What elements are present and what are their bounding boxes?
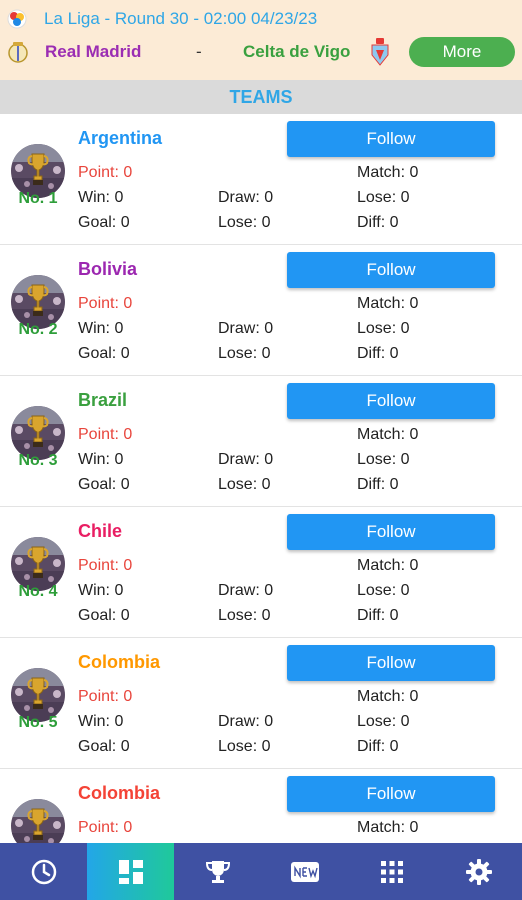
- point-stat: Point: 0: [78, 819, 133, 836]
- follow-button[interactable]: Follow: [287, 383, 495, 419]
- follow-button[interactable]: Follow: [287, 776, 495, 812]
- bottom-nav: [0, 843, 522, 900]
- match-stat: Match: 0: [357, 688, 419, 705]
- lose-stat: Lose: 0: [357, 320, 410, 337]
- gear-icon: [465, 858, 492, 885]
- diff-stat: Diff: 0: [357, 738, 399, 755]
- team-name[interactable]: Chile: [78, 521, 122, 542]
- match-stat: Match: 0: [357, 295, 419, 312]
- rank-label: No. 1: [18, 190, 58, 207]
- nav-settings[interactable]: [435, 843, 522, 900]
- team-name[interactable]: Colombia: [78, 652, 160, 673]
- goal-lose-stat: Lose: 0: [218, 214, 271, 231]
- dashboard-icon: [118, 859, 143, 884]
- goal-stat: Goal: 0: [78, 738, 130, 755]
- win-stat: Win: 0: [78, 320, 124, 337]
- new-badge-icon: [290, 861, 319, 882]
- more-button[interactable]: More: [409, 37, 515, 67]
- section-title: TEAMS: [0, 80, 522, 114]
- diff-stat: Diff: 0: [357, 214, 399, 231]
- rank-label: No. 3: [18, 452, 58, 469]
- nav-teams[interactable]: [87, 843, 174, 900]
- point-stat: Point: 0: [78, 426, 133, 443]
- goal-lose-stat: Lose: 0: [218, 607, 271, 624]
- team-avatar: [11, 799, 65, 843]
- match-stat: Match: 0: [357, 426, 419, 443]
- lose-stat: Lose: 0: [357, 451, 410, 468]
- real-madrid-logo-icon: [8, 42, 28, 63]
- goal-stat: Goal: 0: [78, 214, 130, 231]
- team-name[interactable]: Colombia: [78, 783, 160, 804]
- draw-stat: Draw: 0: [218, 189, 274, 206]
- round-info: La Liga - Round 30 - 02:00 04/23/23: [44, 9, 318, 28]
- nav-schedule[interactable]: [0, 843, 87, 900]
- league-logo-icon: [7, 9, 27, 29]
- team-row[interactable]: No. 1 Argentina Follow Point: 0 Match: 0…: [0, 114, 522, 245]
- goal-lose-stat: Lose: 0: [218, 345, 271, 362]
- match-stat: Match: 0: [357, 164, 419, 181]
- point-stat: Point: 0: [78, 164, 133, 181]
- diff-stat: Diff: 0: [357, 476, 399, 493]
- point-stat: Point: 0: [78, 557, 133, 574]
- draw-stat: Draw: 0: [218, 582, 274, 599]
- lose-stat: Lose: 0: [357, 189, 410, 206]
- away-team: Celta de Vigo: [243, 42, 351, 61]
- point-stat: Point: 0: [78, 688, 133, 705]
- team-row[interactable]: No. 4 Chile Follow Point: 0 Match: 0 Win…: [0, 507, 522, 638]
- follow-button[interactable]: Follow: [287, 645, 495, 681]
- diff-stat: Diff: 0: [357, 345, 399, 362]
- follow-button[interactable]: Follow: [287, 252, 495, 288]
- celta-vigo-logo-icon: [371, 38, 389, 66]
- score-separator: -: [196, 42, 202, 61]
- match-banner[interactable]: La Liga - Round 30 - 02:00 04/23/23 Real…: [0, 0, 522, 80]
- nav-leagues[interactable]: [174, 843, 261, 900]
- goal-stat: Goal: 0: [78, 476, 130, 493]
- match-stat: Match: 0: [357, 819, 419, 836]
- team-row[interactable]: No. 3 Brazil Follow Point: 0 Match: 0 Wi…: [0, 376, 522, 507]
- rank-label: No. 2: [18, 321, 58, 338]
- team-name[interactable]: Brazil: [78, 390, 127, 411]
- apps-grid-icon: [380, 860, 403, 883]
- goal-lose-stat: Lose: 0: [218, 738, 271, 755]
- point-stat: Point: 0: [78, 295, 133, 312]
- goal-lose-stat: Lose: 0: [218, 476, 271, 493]
- nav-apps[interactable]: [348, 843, 435, 900]
- team-name[interactable]: Argentina: [78, 128, 162, 149]
- team-row[interactable]: No. 2 Bolivia Follow Point: 0 Match: 0 W…: [0, 245, 522, 376]
- trophy-photo-icon: [11, 799, 65, 843]
- team-row[interactable]: Colombia Follow Point: 0 Match: 0: [0, 769, 522, 843]
- win-stat: Win: 0: [78, 451, 124, 468]
- goal-stat: Goal: 0: [78, 345, 130, 362]
- draw-stat: Draw: 0: [218, 713, 274, 730]
- win-stat: Win: 0: [78, 582, 124, 599]
- draw-stat: Draw: 0: [218, 451, 274, 468]
- team-list[interactable]: No. 1 Argentina Follow Point: 0 Match: 0…: [0, 114, 522, 843]
- team-name[interactable]: Bolivia: [78, 259, 137, 280]
- nav-news[interactable]: [261, 843, 348, 900]
- clock-icon: [31, 859, 56, 884]
- win-stat: Win: 0: [78, 189, 124, 206]
- rank-label: No. 4: [18, 583, 58, 600]
- home-team: Real Madrid: [45, 42, 142, 61]
- follow-button[interactable]: Follow: [287, 121, 495, 157]
- lose-stat: Lose: 0: [357, 713, 410, 730]
- draw-stat: Draw: 0: [218, 320, 274, 337]
- trophy-icon: [205, 860, 230, 883]
- rank-label: No. 5: [18, 714, 58, 731]
- follow-button[interactable]: Follow: [287, 514, 495, 550]
- diff-stat: Diff: 0: [357, 607, 399, 624]
- goal-stat: Goal: 0: [78, 607, 130, 624]
- win-stat: Win: 0: [78, 713, 124, 730]
- match-stat: Match: 0: [357, 557, 419, 574]
- lose-stat: Lose: 0: [357, 582, 410, 599]
- team-row[interactable]: No. 5 Colombia Follow Point: 0 Match: 0 …: [0, 638, 522, 769]
